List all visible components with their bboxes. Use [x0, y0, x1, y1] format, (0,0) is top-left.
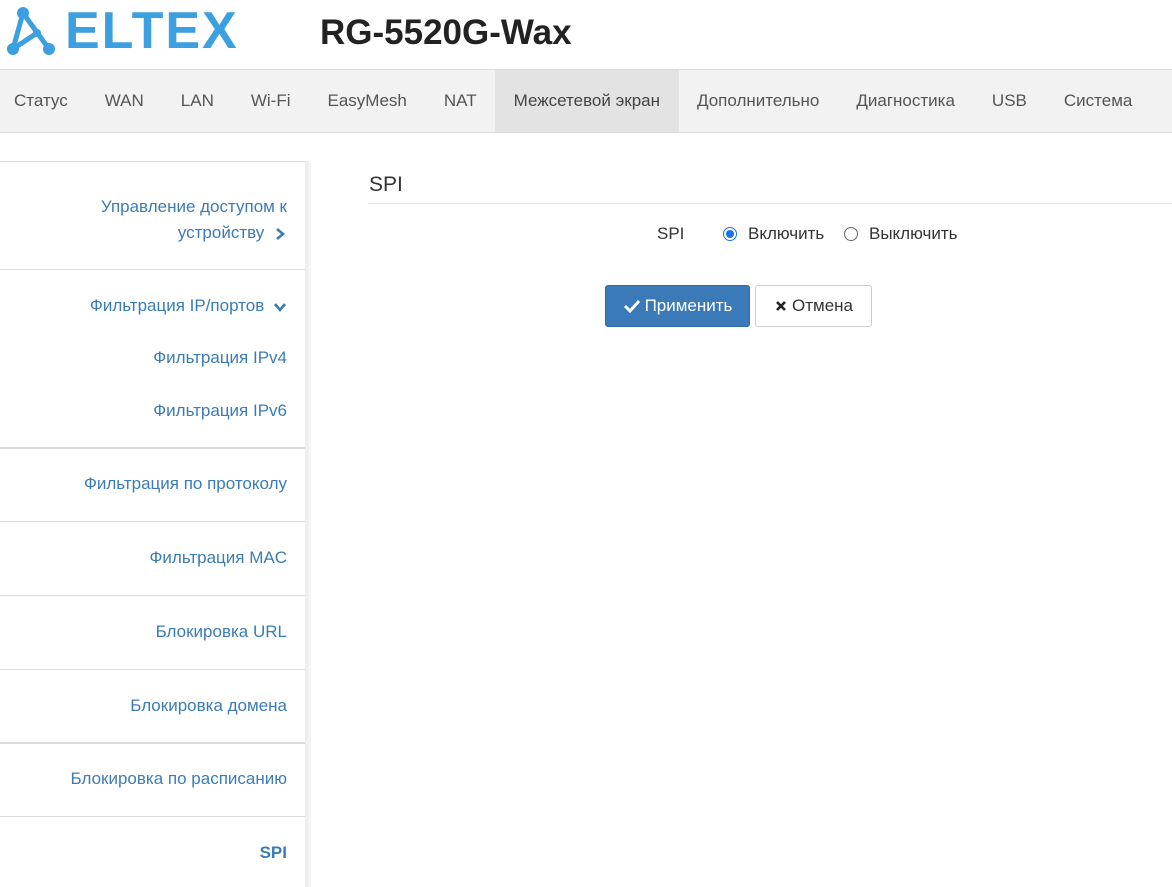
- nav-tab-easymesh[interactable]: EasyMesh: [309, 70, 425, 132]
- sidebar-divider: [0, 161, 305, 162]
- spi-disable-label: Выключить: [869, 224, 958, 243]
- close-icon: [776, 301, 786, 311]
- checkmark-icon: [623, 299, 640, 314]
- sidebar-item-label: Управление доступом к: [100, 197, 287, 216]
- section-title: SPI: [369, 173, 403, 196]
- sidebar-item-mac-filter[interactable]: Фильтрация MAC: [0, 545, 305, 571]
- sidebar-item-domain-block[interactable]: Блокировка домена: [0, 693, 305, 719]
- eltex-logo[interactable]: ELTEX: [3, 5, 239, 57]
- nav-tab-usb[interactable]: USB: [973, 70, 1045, 132]
- sidebar-item-ip-port-filter[interactable]: Фильтрация IP/портов: [0, 293, 305, 319]
- chevron-down-icon: [274, 302, 286, 312]
- cancel-button-label: Отмена: [792, 296, 853, 315]
- top-navigation: Статус WAN LAN Wi-Fi EasyMesh NAT Межсет…: [0, 69, 1172, 133]
- cancel-button[interactable]: Отмена: [755, 285, 872, 327]
- apply-button-label: Применить: [644, 296, 733, 315]
- spi-enable-option[interactable]: Включить: [723, 224, 824, 244]
- sidebar-divider: [0, 269, 305, 270]
- apply-button[interactable]: Применить: [605, 285, 750, 327]
- sidebar-divider: [0, 669, 305, 670]
- nav-tab-wan[interactable]: WAN: [86, 70, 162, 132]
- sidebar-item-label: Фильтрация IP/портов: [89, 296, 265, 315]
- section-divider: [368, 203, 1172, 204]
- nav-tab-diagnostics[interactable]: Диагностика: [838, 70, 974, 132]
- chevron-right-icon: [276, 227, 286, 240]
- nav-tab-status[interactable]: Статус: [0, 70, 86, 132]
- spi-disable-radio[interactable]: [844, 227, 858, 241]
- sidebar-item-protocol-filter[interactable]: Фильтрация по протоколу: [0, 471, 305, 497]
- sidebar-divider: [0, 521, 305, 522]
- sidebar-divider: [0, 595, 305, 596]
- nav-tab-nat[interactable]: NAT: [425, 70, 495, 132]
- sidebar-item-spi[interactable]: SPI: [0, 840, 305, 866]
- nav-tab-advanced[interactable]: Дополнительно: [679, 70, 838, 132]
- sidebar-item-device-access[interactable]: Управление доступом к устройству: [0, 194, 305, 246]
- nav-tab-lan[interactable]: LAN: [162, 70, 232, 132]
- nav-tab-system[interactable]: Система: [1045, 70, 1150, 132]
- spi-enable-radio[interactable]: [723, 227, 737, 241]
- header: ELTEX RG-5520G-Wax: [0, 0, 1172, 69]
- spi-field-label: SPI: [657, 224, 685, 243]
- eltex-logo-icon: [7, 7, 55, 55]
- nav-tab-wifi[interactable]: Wi-Fi: [232, 70, 309, 132]
- sidebar: Управление доступом к устройству Фильтра…: [0, 161, 305, 887]
- spi-enable-label: Включить: [748, 224, 825, 243]
- sidebar-divider: [0, 816, 305, 817]
- sidebar-subitem-ipv4-filter[interactable]: Фильтрация IPv4: [0, 345, 305, 371]
- sidebar-item-label: устройству: [177, 223, 265, 242]
- sidebar-subitem-ipv6-filter[interactable]: Фильтрация IPv6: [0, 398, 305, 424]
- sidebar-item-url-block[interactable]: Блокировка URL: [0, 619, 305, 645]
- sidebar-shadow: [305, 161, 311, 887]
- sidebar-item-schedule-block[interactable]: Блокировка по расписанию: [0, 766, 305, 792]
- logo-wordmark: ELTEX: [65, 2, 239, 60]
- device-model-title: RG-5520G-Wax: [320, 13, 572, 52]
- spi-disable-option[interactable]: Выключить: [844, 224, 957, 244]
- sidebar-divider: [0, 447, 305, 449]
- nav-tab-firewall[interactable]: Межсетевой экран: [495, 70, 679, 132]
- sidebar-divider: [0, 742, 305, 744]
